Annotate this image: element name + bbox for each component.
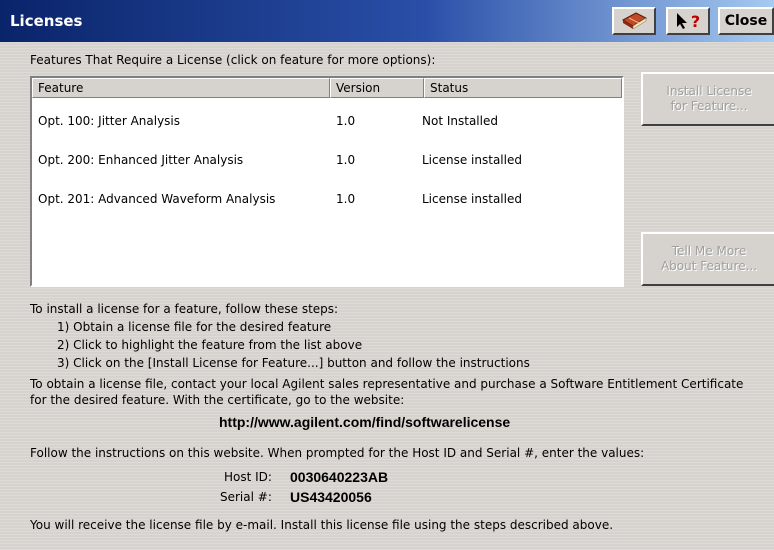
install-intro: To install a license for a feature, foll… xyxy=(30,302,339,316)
license-url: http://www.agilent.com/find/softwarelice… xyxy=(219,414,511,430)
pointer-help-icon: ? xyxy=(676,12,700,31)
step-2: 2) Click to highlight the feature from t… xyxy=(57,338,363,352)
features-heading: Features That Require a License (click o… xyxy=(30,53,436,67)
list-header: Feature Version Status xyxy=(32,78,622,98)
column-header-status[interactable]: Status xyxy=(424,78,622,98)
features-list[interactable]: Feature Version Status Opt. 100: Jitter … xyxy=(30,76,624,287)
status-cell: License installed xyxy=(422,153,522,167)
licenses-window: Licenses ? Close Features That Require a… xyxy=(0,0,774,550)
version-cell: 1.0 xyxy=(336,192,356,206)
tell-me-more-button[interactable]: Tell Me More About Feature... xyxy=(641,232,774,286)
list-item[interactable]: Opt. 200: Enhanced Jitter Analysis 1.0 L… xyxy=(32,150,622,170)
install-license-button[interactable]: Install License for Feature... xyxy=(641,72,774,126)
obtain-text-line1: To obtain a license file, contact your l… xyxy=(30,377,744,391)
final-note: You will receive the license file by e-m… xyxy=(30,518,614,532)
feature-cell: Opt. 201: Advanced Waveform Analysis xyxy=(38,192,276,206)
feature-cell: Opt. 200: Enhanced Jitter Analysis xyxy=(38,153,244,167)
book-icon xyxy=(620,10,648,33)
serial-value: US43420056 xyxy=(290,489,372,505)
close-button[interactable]: Close xyxy=(718,7,774,35)
obtain-text-line2: for the desired feature. With the certif… xyxy=(30,393,405,407)
step-1: 1) Obtain a license file for the desired… xyxy=(57,320,332,334)
host-id-label: Host ID: xyxy=(224,470,272,484)
column-header-feature[interactable]: Feature xyxy=(32,78,330,98)
list-item[interactable]: Opt. 100: Jitter Analysis 1.0 Not Instal… xyxy=(32,111,622,131)
status-cell: Not Installed xyxy=(422,114,498,128)
version-cell: 1.0 xyxy=(336,153,356,167)
window-title: Licenses xyxy=(10,12,83,30)
question-mark-glyph: ? xyxy=(690,11,701,31)
host-id-value: 0030640223AB xyxy=(290,469,389,485)
column-header-version[interactable]: Version xyxy=(330,78,424,98)
serial-label: Serial #: xyxy=(220,490,272,504)
list-item[interactable]: Opt. 201: Advanced Waveform Analysis 1.0… xyxy=(32,189,622,209)
whats-this-button[interactable]: ? xyxy=(666,7,710,35)
status-cell: License installed xyxy=(422,192,522,206)
feature-cell: Opt. 100: Jitter Analysis xyxy=(38,114,181,128)
book-help-button[interactable] xyxy=(612,7,656,35)
title-bar: Licenses ? Close xyxy=(0,0,774,42)
follow-instructions-text: Follow the instructions on this website.… xyxy=(30,446,645,460)
version-cell: 1.0 xyxy=(336,114,356,128)
step-3: 3) Click on the [Install License for Fea… xyxy=(57,356,530,370)
